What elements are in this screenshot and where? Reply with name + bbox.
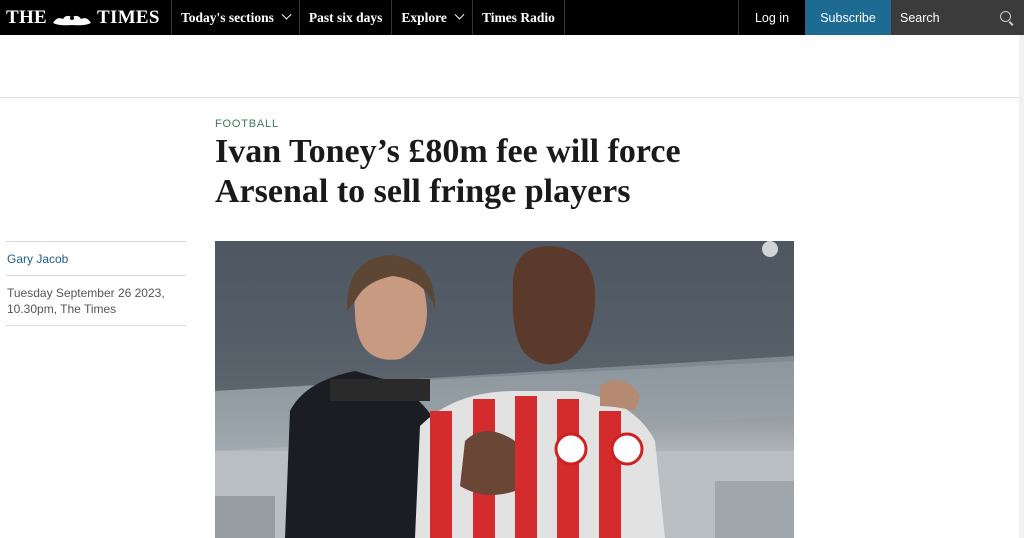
nav-past-six-days[interactable]: Past six days — [300, 0, 393, 35]
nav-explore[interactable]: Explore — [392, 0, 473, 35]
divider — [6, 325, 186, 326]
section-label[interactable]: FOOTBALL — [215, 118, 279, 130]
chevron-down-icon — [281, 9, 292, 20]
times-logo[interactable]: THE TIMES — [0, 0, 172, 35]
nav-explore-label: Explore — [401, 9, 447, 25]
search-icon[interactable] — [999, 10, 1015, 26]
article-headline: Ivan Toney’s £80m fee will force Arsenal… — [215, 133, 681, 210]
nav-past-six-days-label: Past six days — [308, 9, 383, 25]
hero-image — [215, 241, 794, 538]
logo-text-the: THE — [6, 6, 48, 28]
top-navigation: THE TIMES Today's sections Past six days… — [0, 0, 1024, 35]
crest-icon — [51, 11, 93, 25]
page-scrollbar[interactable] — [1019, 35, 1024, 538]
chevron-down-icon — [454, 9, 465, 20]
byline: Gary Jacob Tuesday September 26 2023, 10… — [6, 241, 186, 326]
logo-text-times: TIMES — [97, 6, 160, 28]
subscribe-button[interactable]: Subscribe — [805, 0, 891, 35]
search-field[interactable]: Search — [891, 0, 1024, 35]
nav-todays-sections-label: Today's sections — [181, 9, 274, 25]
nav-times-radio-label: Times Radio — [481, 9, 555, 25]
article-dateline: Tuesday September 26 2023, 10.30pm, The … — [7, 286, 165, 316]
nav-todays-sections[interactable]: Today's sections — [172, 0, 300, 35]
advert-strip — [0, 35, 1019, 98]
login-button[interactable]: Log in — [738, 0, 805, 35]
search-label: Search — [900, 10, 940, 25]
author-link[interactable]: Gary Jacob — [6, 242, 186, 275]
nav-times-radio[interactable]: Times Radio — [473, 0, 565, 35]
